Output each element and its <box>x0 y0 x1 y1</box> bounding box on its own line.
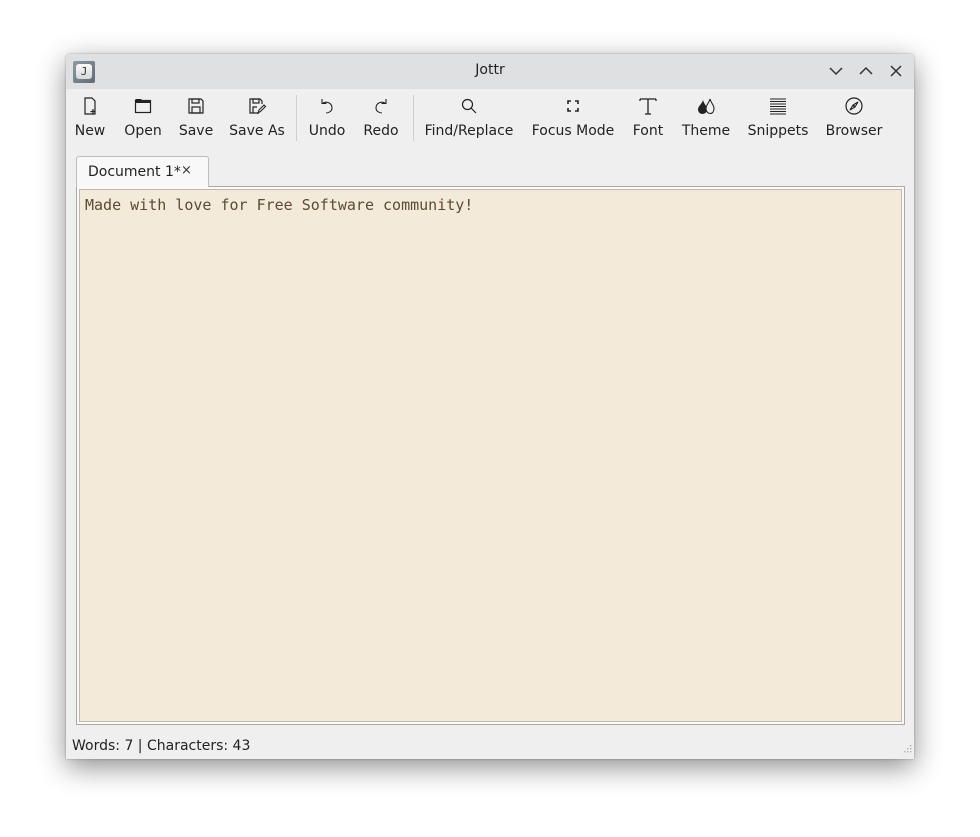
compass-icon <box>845 97 863 115</box>
tab-document-1[interactable]: Document 1* × <box>76 156 209 187</box>
search-icon <box>461 98 477 114</box>
toolbar-separator <box>413 95 414 141</box>
close-icon <box>890 65 902 77</box>
save-as-icon <box>249 98 267 115</box>
save-button[interactable]: Save <box>174 89 218 147</box>
window-title: Jottr <box>475 62 505 78</box>
browser-button[interactable]: Browser <box>822 89 886 147</box>
tab-close-icon[interactable]: × <box>181 163 192 178</box>
snippets-lines-icon <box>770 98 786 115</box>
snippets-button[interactable]: Snippets <box>744 89 812 147</box>
focus-mode-button[interactable]: Focus Mode <box>529 89 617 147</box>
status-bar-word-count: Words: 7 | Characters: 43 <box>72 738 251 754</box>
undo-button[interactable]: Undo <box>306 89 348 147</box>
new-button[interactable]: New <box>70 89 110 147</box>
open-button[interactable]: Open <box>119 89 167 147</box>
undo-icon <box>321 99 333 114</box>
title-bar[interactable]: J Jottr <box>66 54 914 89</box>
tab-label: Document 1* <box>88 164 181 180</box>
chevron-down-icon <box>829 67 843 76</box>
font-icon <box>639 98 657 115</box>
close-button[interactable] <box>887 62 905 80</box>
save-icon <box>188 98 204 114</box>
resize-grip-icon[interactable] <box>902 745 912 755</box>
new-file-icon <box>84 97 96 115</box>
maximize-button[interactable] <box>857 62 875 80</box>
redo-button[interactable]: Redo <box>360 89 402 147</box>
theme-button[interactable]: Theme <box>679 89 733 147</box>
text-editor[interactable]: Made with love for Free Software communi… <box>79 189 902 722</box>
fullscreen-icon <box>567 100 579 112</box>
font-button[interactable]: Font <box>628 89 668 147</box>
theme-drops-icon <box>698 98 715 115</box>
toolbar-separator <box>296 95 297 141</box>
minimize-button[interactable] <box>827 62 845 80</box>
editor-frame: Made with love for Free Software communi… <box>76 186 905 725</box>
redo-icon <box>375 99 387 114</box>
find-replace-button[interactable]: Find/Replace <box>422 89 516 147</box>
chevron-up-icon <box>859 66 873 75</box>
toolbar: New Open Save Save As Undo Redo Find/Rep… <box>66 89 914 147</box>
folder-open-icon <box>134 99 152 114</box>
save-as-button[interactable]: Save As <box>227 89 287 147</box>
